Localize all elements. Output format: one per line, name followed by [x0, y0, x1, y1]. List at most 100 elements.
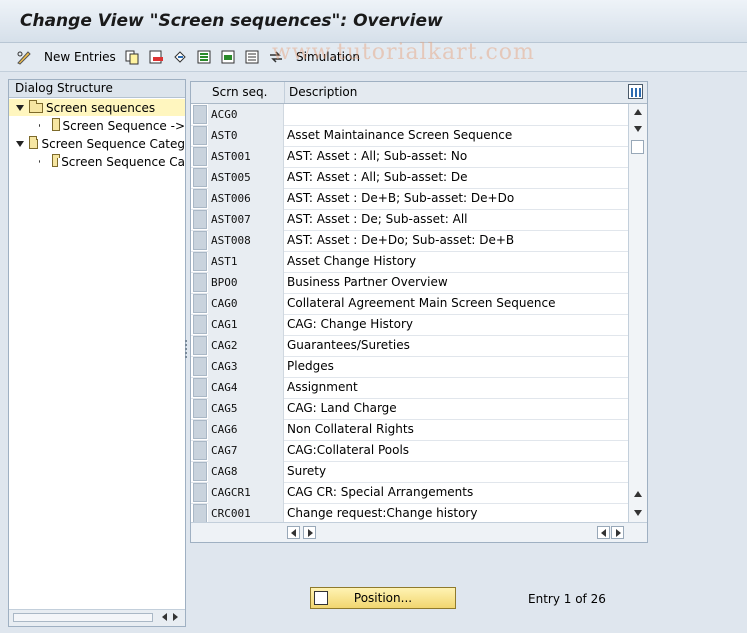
row-select-button[interactable] — [193, 336, 207, 355]
cell-description[interactable]: Assignment — [285, 377, 628, 398]
folder-icon — [52, 153, 61, 167]
table-row[interactable]: CAG5 CAG: Land Charge — [191, 398, 628, 420]
row-select-button[interactable] — [193, 315, 207, 334]
cell-description[interactable]: CAG: Land Charge — [285, 398, 628, 419]
table-row[interactable]: CAG7 CAG:Collateral Pools — [191, 440, 628, 462]
table-row[interactable]: AST008 AST: Asset : De+Do; Sub-asset: De+… — [191, 230, 628, 252]
table-row[interactable]: ACG0 — [191, 104, 628, 126]
cell-description[interactable]: Asset Maintainance Screen Sequence — [285, 125, 628, 146]
select-all-button[interactable] — [196, 47, 212, 67]
table-row[interactable]: AST1 Asset Change History — [191, 251, 628, 273]
cell-description[interactable]: Guarantees/Sureties — [285, 335, 628, 356]
deselect-all-button[interactable] — [244, 47, 260, 67]
column-scroll-right-button[interactable] — [303, 526, 316, 539]
cell-description[interactable]: Pledges — [285, 356, 628, 377]
table-row[interactable]: BPO0 Business Partner Overview — [191, 272, 628, 294]
row-select-button[interactable] — [193, 420, 207, 439]
cell-description[interactable]: AST: Asset : All; Sub-asset: De — [285, 167, 628, 188]
table-row[interactable]: CAG3 Pledges — [191, 356, 628, 378]
column-header-description[interactable]: Description — [285, 82, 628, 103]
row-select-button[interactable] — [193, 273, 207, 292]
tree-node[interactable]: Screen Sequence Ca — [9, 153, 185, 170]
table-row[interactable]: CAG1 CAG: Change History — [191, 314, 628, 336]
row-select-button[interactable] — [193, 483, 207, 502]
cell-description[interactable]: AST: Asset : De+B; Sub-asset: De+Do — [285, 188, 628, 209]
select-block-button[interactable] — [220, 47, 236, 67]
tree-horizontal-scrollbar[interactable] — [9, 609, 185, 626]
cell-description[interactable]: Change request:Change history — [285, 503, 628, 524]
cell-scrn-seq: AST008 — [208, 230, 284, 251]
table-row[interactable]: CAG0 Collateral Agreement Main Screen Seq… — [191, 293, 628, 315]
expand-caret-icon[interactable] — [16, 140, 24, 147]
scroll-up-icon[interactable] — [634, 109, 642, 115]
row-select-button[interactable] — [193, 210, 207, 229]
cell-description[interactable]: AST: Asset : All; Sub-asset: No — [285, 146, 628, 167]
cell-description[interactable]: CAG CR: Special Arrangements — [285, 482, 628, 503]
tree-node[interactable]: Screen sequences — [9, 99, 185, 116]
delete-button[interactable] — [148, 47, 164, 67]
cell-description[interactable]: AST: Asset : De; Sub-asset: All — [285, 209, 628, 230]
row-select-button[interactable] — [193, 168, 207, 187]
table-row[interactable]: CAG6 Non Collateral Rights — [191, 419, 628, 441]
table-row[interactable]: AST005 AST: Asset : All; Sub-asset: De — [191, 167, 628, 189]
tree-node[interactable]: Screen Sequence Categ — [9, 135, 185, 152]
row-select-button[interactable] — [193, 147, 207, 166]
table-row[interactable]: CAGCR1 CAG CR: Special Arrangements — [191, 482, 628, 504]
table-vertical-scrollbar[interactable] — [628, 104, 647, 522]
table-row[interactable]: CAG4 Assignment — [191, 377, 628, 399]
row-select-button[interactable] — [193, 231, 207, 250]
tree-node[interactable]: Screen Sequence -> — [9, 117, 185, 134]
row-select-button[interactable] — [193, 378, 207, 397]
column-header-scrn-seq[interactable]: Scrn seq. — [208, 82, 285, 103]
folder-icon — [52, 117, 61, 131]
table-horizontal-scrollbar[interactable] — [191, 522, 647, 542]
cell-description[interactable]: Asset Change History — [285, 251, 628, 272]
row-select-button[interactable] — [193, 105, 207, 124]
table-row[interactable]: CAG2 Guarantees/Sureties — [191, 335, 628, 357]
panel-splitter-handle[interactable] — [185, 340, 189, 358]
table-row[interactable]: AST007 AST: Asset : De; Sub-asset: All — [191, 209, 628, 231]
row-select-button[interactable] — [193, 126, 207, 145]
cell-description[interactable]: CAG:Collateral Pools — [285, 440, 628, 461]
cell-description[interactable]: Business Partner Overview — [285, 272, 628, 293]
table-settings-icon[interactable] — [628, 84, 643, 99]
new-entries-button[interactable]: New Entries — [44, 47, 116, 67]
undo-button[interactable] — [172, 47, 188, 67]
table-row[interactable]: AST0 Asset Maintainance Screen Sequence — [191, 125, 628, 147]
scroll-down-icon[interactable] — [634, 126, 642, 132]
edit-display-toggle-button[interactable] — [16, 47, 32, 67]
table-row[interactable]: CAG8 Surety — [191, 461, 628, 483]
row-select-button[interactable] — [193, 189, 207, 208]
tree-scroll-thumb[interactable] — [13, 613, 153, 622]
column-scroll-left-button[interactable] — [287, 526, 300, 539]
simulation-button[interactable]: Simulation — [268, 47, 360, 67]
cell-scrn-seq: AST006 — [208, 188, 284, 209]
row-select-button[interactable] — [193, 441, 207, 460]
cell-description[interactable]: Collateral Agreement Main Screen Sequenc… — [285, 293, 628, 314]
position-button[interactable]: Position... — [310, 587, 456, 609]
copy-button[interactable] — [124, 47, 140, 67]
cell-scrn-seq: CAG3 — [208, 356, 284, 377]
page-down-icon[interactable] — [634, 510, 642, 516]
row-select-button[interactable] — [193, 357, 207, 376]
row-select-button[interactable] — [193, 462, 207, 481]
row-select-button[interactable] — [193, 294, 207, 313]
table-scroll-thumb[interactable] — [631, 140, 644, 154]
row-select-button[interactable] — [193, 504, 207, 523]
column-scroll-first-button[interactable] — [597, 526, 610, 539]
tree-scroll-right-button[interactable] — [169, 611, 182, 624]
table-row[interactable]: AST006 AST: Asset : De+B; Sub-asset: De+D… — [191, 188, 628, 210]
expand-caret-icon[interactable] — [16, 104, 24, 111]
row-select-button[interactable] — [193, 399, 207, 418]
cell-description[interactable]: Non Collateral Rights — [285, 419, 628, 440]
table-row[interactable]: AST001 AST: Asset : All; Sub-asset: No — [191, 146, 628, 168]
arrow-right-icon — [616, 529, 621, 537]
row-select-button[interactable] — [193, 252, 207, 271]
cell-description[interactable]: Surety — [285, 461, 628, 482]
cell-description[interactable]: AST: Asset : De+Do; Sub-asset: De+B — [285, 230, 628, 251]
page-title: Change View "Screen sequences": Overview — [20, 11, 443, 31]
cell-description[interactable] — [285, 104, 628, 125]
cell-description[interactable]: CAG: Change History — [285, 314, 628, 335]
page-up-icon[interactable] — [634, 491, 642, 497]
column-scroll-last-button[interactable] — [611, 526, 624, 539]
